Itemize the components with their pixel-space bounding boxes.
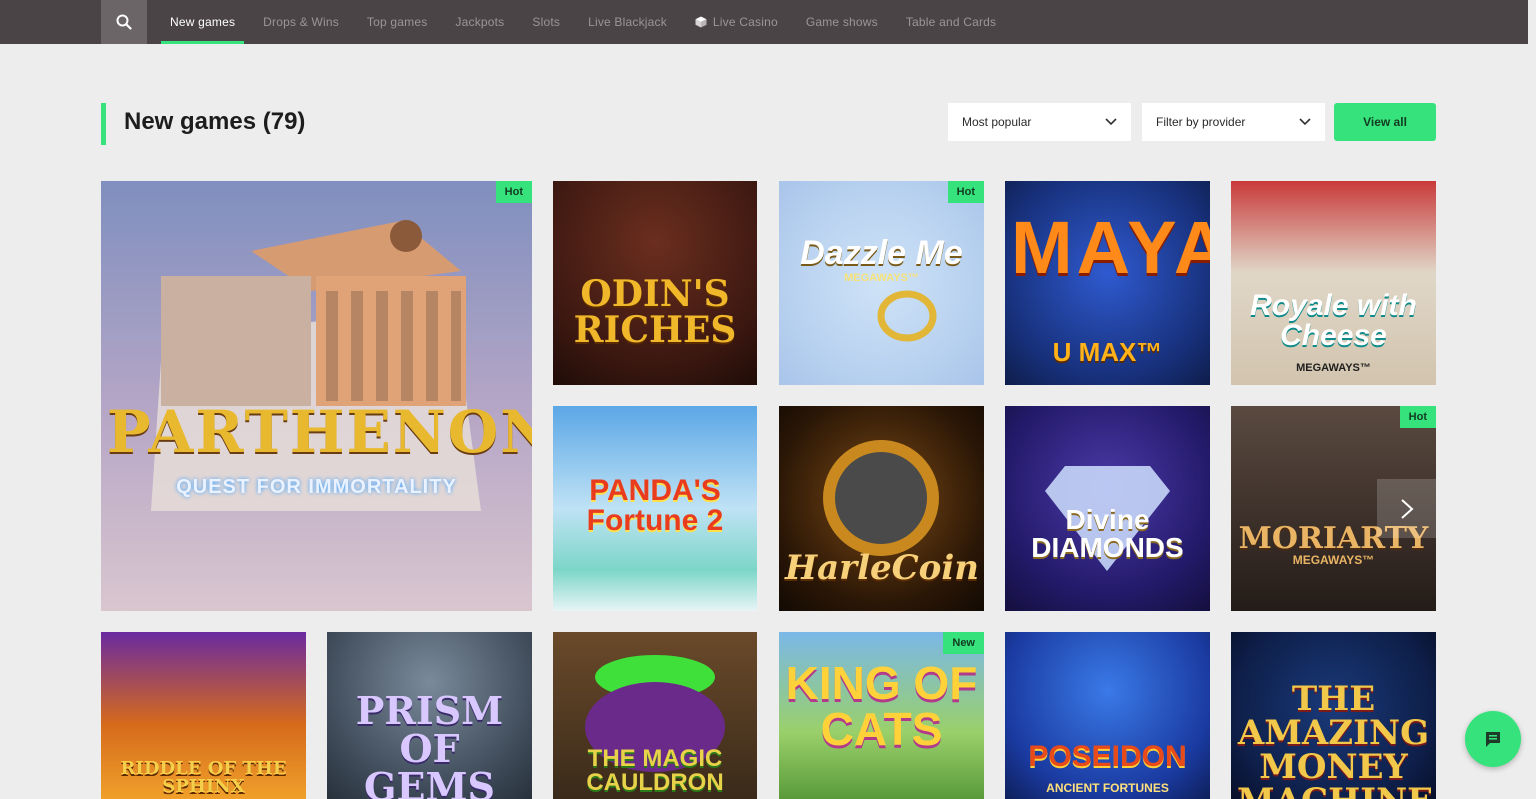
sort-dropdown[interactable]: Most popular xyxy=(948,103,1131,141)
tab-label: Drops & Wins xyxy=(263,15,339,29)
tab-label: New games xyxy=(170,15,236,29)
tab-label: Jackpots xyxy=(455,15,505,29)
chevron-right-icon xyxy=(1400,498,1413,519)
tab-jackpots[interactable]: Jackpots xyxy=(446,0,513,44)
game-subtitle: ANCIENT FORTUNES xyxy=(1046,781,1169,795)
chat-button[interactable] xyxy=(1465,711,1521,767)
game-tile-prism-of-gems[interactable]: PRISM OF GEMS xyxy=(327,632,532,799)
game-title: THE AMAZING MONEY MACHINE xyxy=(1237,679,1433,799)
tab-label: Live Casino xyxy=(712,15,778,29)
game-tile-pandas-fortune-2[interactable]: PANDA'S Fortune 2 xyxy=(553,406,757,611)
game-title: Royale with Cheese xyxy=(1250,289,1417,352)
tab-game-shows[interactable]: Game shows xyxy=(797,0,887,44)
game-tile-poseidon[interactable]: POSEIDON ANCIENT FORTUNES xyxy=(1005,632,1210,799)
tab-top-games[interactable]: Top games xyxy=(358,0,437,44)
game-tile-parthenon[interactable]: PARTHENON QUEST FOR IMMORTALITY Hot xyxy=(101,181,532,611)
game-tile-magic-cauldron[interactable]: THE MAGIC CAULDRON xyxy=(553,632,757,799)
provider-dropdown-value: Filter by provider xyxy=(1156,115,1246,129)
tab-new-games[interactable]: New games xyxy=(161,0,245,44)
search-icon xyxy=(116,14,132,30)
hot-badge: Hot xyxy=(947,181,984,203)
game-tile-divine-diamonds[interactable]: Divine DIAMONDS xyxy=(1005,406,1210,611)
chat-icon xyxy=(1486,732,1500,747)
category-tabs: New games Drops & Wins Top games Jackpot… xyxy=(161,0,1015,44)
game-subtitle: MEGAWAYS™ xyxy=(1296,362,1371,374)
tab-drops-wins[interactable]: Drops & Wins xyxy=(254,0,348,44)
game-title: HarleCoin xyxy=(785,548,979,588)
page-scrollbar[interactable] xyxy=(1528,0,1536,799)
game-tile-dazzle-me[interactable]: Dazzle Me MEGAWAYS™ Hot xyxy=(779,181,984,385)
game-title: PRISM OF GEMS xyxy=(355,688,504,799)
tab-live-blackjack[interactable]: Live Blackjack xyxy=(579,0,676,44)
carousel-next-button[interactable] xyxy=(1377,479,1436,538)
top-nav: New games Drops & Wins Top games Jackpot… xyxy=(0,0,1536,44)
title-accent-bar xyxy=(101,103,106,145)
temple-illustration xyxy=(151,220,481,511)
game-title: RIDDLE OF THE SPHINX xyxy=(120,758,287,797)
chevron-down-icon xyxy=(1299,118,1311,126)
game-title: PARTHENON xyxy=(107,398,532,466)
game-tile-amazing-money-machine[interactable]: THE AMAZING MONEY MACHINE xyxy=(1231,632,1436,799)
page-title: New games (79) xyxy=(124,108,306,135)
tab-label: Slots xyxy=(532,15,561,29)
game-tile-harlecoin[interactable]: HarleCoin xyxy=(779,406,984,611)
tab-table-and-cards[interactable]: Table and Cards xyxy=(897,0,1005,44)
game-title: MAYA xyxy=(1011,206,1210,289)
game-tile-riddle-of-the-sphinx[interactable]: RIDDLE OF THE SPHINX xyxy=(101,632,306,799)
game-tile-royale-with-cheese[interactable]: Royale with Cheese MEGAWAYS™ xyxy=(1231,181,1436,385)
ring-illustration xyxy=(877,290,937,342)
tab-label: Table and Cards xyxy=(905,15,997,29)
game-tile-maya[interactable]: MAYA U MAX™ xyxy=(1005,181,1210,385)
hot-badge: Hot xyxy=(495,181,532,203)
game-title: Divine DIAMONDS xyxy=(1031,504,1184,563)
tab-label: Game shows xyxy=(805,15,878,29)
game-subtitle: U MAX™ xyxy=(1052,337,1163,367)
chevron-down-icon xyxy=(1105,118,1117,126)
hot-badge: Hot xyxy=(1399,406,1436,428)
search-button[interactable] xyxy=(101,0,147,44)
game-title: THE MAGIC CAULDRON xyxy=(586,745,724,796)
game-title: POSEIDON xyxy=(1028,740,1187,773)
game-tile-odins-riches[interactable]: ODIN'S RICHES xyxy=(553,181,757,385)
provider-filter-dropdown[interactable]: Filter by provider xyxy=(1142,103,1325,141)
new-badge: New xyxy=(943,632,984,654)
cube-icon xyxy=(695,16,707,28)
tab-label: Top games xyxy=(366,15,428,29)
tab-label: Live Blackjack xyxy=(588,15,667,29)
game-tile-king-of-cats[interactable]: KING OF CATS New xyxy=(779,632,984,799)
game-title: KING OF CATS xyxy=(785,657,978,755)
game-title: PANDA'S Fortune 2 xyxy=(586,474,724,537)
game-title: ODIN'S RICHES xyxy=(573,273,737,351)
game-subtitle: MEGAWAYS™ xyxy=(1292,553,1375,567)
tab-slots[interactable]: Slots xyxy=(523,0,569,44)
sort-dropdown-value: Most popular xyxy=(962,115,1032,129)
view-all-button[interactable]: View all xyxy=(1334,103,1436,141)
game-subtitle: QUEST FOR IMMORTALITY xyxy=(176,476,457,498)
tab-live-casino[interactable]: Live Casino xyxy=(686,0,787,44)
